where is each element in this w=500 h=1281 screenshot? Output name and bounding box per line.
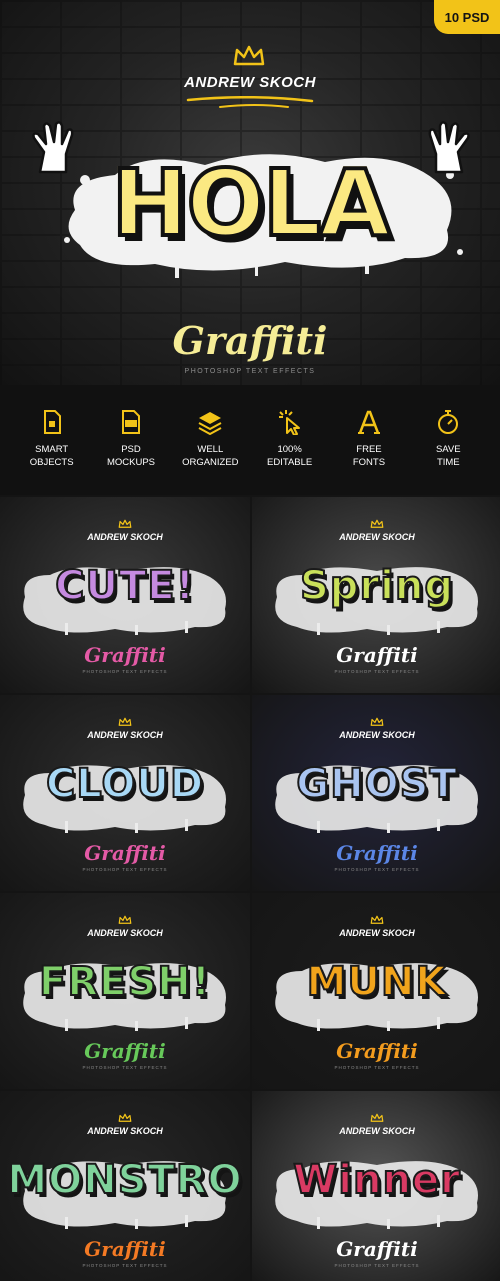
effect-word: Winner <box>292 1156 461 1204</box>
feature-label: FREE FONTS <box>352 444 386 468</box>
effect-preview-tile: ANDREW SKOCH Winner Graffiti PHOTOSHOP T… <box>252 1091 500 1281</box>
feature-psd-mockups: PSD MOCKUPS <box>95 409 167 495</box>
hero-banner: 10 PSD ANDREW SKOCH HOLA Graffiti PHOTOS… <box>0 0 500 385</box>
tile-subtitle: PHOTOSHOP TEXT EFFECTS <box>82 867 168 872</box>
effect-word: Spring <box>299 562 454 610</box>
stopwatch-icon <box>438 410 459 434</box>
effect-word: CUTE! <box>54 562 195 610</box>
crown-icon <box>118 1113 132 1122</box>
features-bar: SMART OBJECTS PSD MOCKUPS WELL ORGANIZED… <box>0 385 500 495</box>
hero-graffiti-label: Graffiti <box>172 318 328 363</box>
crown-icon <box>118 519 132 528</box>
hero-subtitle: PHOTOSHOP TEXT EFFECTS <box>184 368 316 375</box>
feature-label: PSD MOCKUPS <box>106 444 155 468</box>
tile-author: ANDREW SKOCH <box>339 1126 415 1136</box>
crown-icon <box>370 915 384 924</box>
feature-editable: 100% EDITABLE <box>254 409 326 495</box>
crown-icon <box>118 915 132 924</box>
tile-graffiti-label: Graffiti <box>84 1039 166 1063</box>
effect-word: CLOUD <box>45 760 205 808</box>
feature-label: SMART OBJECTS <box>29 444 74 468</box>
smart-objects-icon <box>43 410 61 434</box>
tile-subtitle: PHOTOSHOP TEXT EFFECTS <box>334 1065 420 1070</box>
tile-graffiti-label: Graffiti <box>336 1039 418 1063</box>
effect-preview-tile: ANDREW SKOCH CUTE! Graffiti PHOTOSHOP TE… <box>0 497 250 693</box>
tile-author: ANDREW SKOCH <box>87 730 163 740</box>
tile-author: ANDREW SKOCH <box>339 928 415 938</box>
tile-subtitle: PHOTOSHOP TEXT EFFECTS <box>82 1065 168 1070</box>
tile-graffiti-label: Graffiti <box>336 1237 418 1261</box>
tile-author: ANDREW SKOCH <box>87 532 163 542</box>
effect-preview-tile: ANDREW SKOCH MONSTRO Graffiti PHOTOSHOP … <box>0 1091 250 1281</box>
tile-graffiti-label: Graffiti <box>84 841 166 865</box>
tile-subtitle: PHOTOSHOP TEXT EFFECTS <box>334 867 420 872</box>
crown-icon <box>370 519 384 528</box>
effect-preview-tile: ANDREW SKOCH FRESH! Graffiti PHOTOSHOP T… <box>0 893 250 1089</box>
tile-author: ANDREW SKOCH <box>87 1126 163 1136</box>
crown-icon <box>370 717 384 726</box>
crown-icon <box>233 45 265 66</box>
effect-word: MUNK <box>306 958 448 1006</box>
tile-subtitle: PHOTOSHOP TEXT EFFECTS <box>334 669 420 674</box>
font-icon <box>357 410 380 434</box>
tile-subtitle: PHOTOSHOP TEXT EFFECTS <box>334 1263 420 1268</box>
author-name: ANDREW SKOCH <box>184 74 316 91</box>
feature-save-time: SAVE TIME <box>412 409 484 495</box>
cursor-click-icon <box>278 410 300 435</box>
tile-graffiti-label: Graffiti <box>84 1237 166 1261</box>
feature-label: 100% EDITABLE <box>267 444 313 468</box>
tile-author: ANDREW SKOCH <box>339 730 415 740</box>
tile-author: ANDREW SKOCH <box>87 928 163 938</box>
hero-title: HOLA <box>0 148 500 259</box>
tile-author: ANDREW SKOCH <box>339 532 415 542</box>
effect-word: MONSTRO <box>6 1156 243 1204</box>
effect-preview-tile: ANDREW SKOCH GHOST Graffiti PHOTOSHOP TE… <box>252 695 500 891</box>
psd-count-badge: 10 PSD <box>434 0 500 34</box>
tile-graffiti-label: Graffiti <box>84 643 166 667</box>
effect-preview-tile: ANDREW SKOCH MUNK Graffiti PHOTOSHOP TEX… <box>252 893 500 1089</box>
effect-word: FRESH! <box>38 958 211 1006</box>
feature-label: WELL ORGANIZED <box>182 444 239 468</box>
crown-icon <box>370 1113 384 1122</box>
tile-subtitle: PHOTOSHOP TEXT EFFECTS <box>82 1263 168 1268</box>
effect-preview-tile: ANDREW SKOCH CLOUD Graffiti PHOTOSHOP TE… <box>0 695 250 891</box>
feature-label: SAVE TIME <box>435 444 461 468</box>
psd-mockups-icon <box>121 410 140 434</box>
feature-smart-objects: SMART OBJECTS <box>16 409 88 495</box>
author-underline <box>186 96 314 108</box>
tile-graffiti-label: Graffiti <box>336 643 418 667</box>
crown-icon <box>118 717 132 726</box>
effect-word: GHOST <box>295 760 458 808</box>
tile-graffiti-label: Graffiti <box>336 841 418 865</box>
effects-grid: ANDREW SKOCH CUTE! Graffiti PHOTOSHOP TE… <box>0 497 500 1281</box>
tile-subtitle: PHOTOSHOP TEXT EFFECTS <box>82 669 168 674</box>
feature-well-organized: WELL ORGANIZED <box>174 409 246 495</box>
feature-free-fonts: FREE FONTS <box>333 409 405 495</box>
effect-preview-tile: ANDREW SKOCH Spring Graffiti PHOTOSHOP T… <box>252 497 500 693</box>
layers-icon <box>198 412 222 435</box>
